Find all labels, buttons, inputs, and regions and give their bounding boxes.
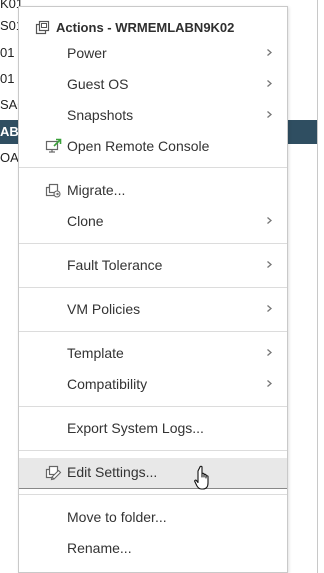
selected-row-highlight xyxy=(288,120,318,144)
menu-item-label: Migrate... xyxy=(67,182,126,198)
screen: K01 S01 01 01 SA0 ABN OA Actions - WRMEM… xyxy=(0,0,324,573)
menu-item-fault-tolerance[interactable]: Fault Tolerance xyxy=(19,251,287,280)
menu-item-rename[interactable]: Rename... xyxy=(19,534,287,563)
menu-separator xyxy=(19,450,287,451)
chevron-right-icon xyxy=(267,349,272,356)
menu-item-label: Rename... xyxy=(67,540,132,556)
menu-separator xyxy=(19,287,287,288)
menu-header: Actions - WRMEMLABN9K02 xyxy=(19,17,287,39)
chevron-right-icon xyxy=(267,49,272,56)
remote-console-icon xyxy=(45,138,62,153)
menu-item-open-remote-console[interactable]: Open Remote Console xyxy=(19,132,287,161)
edit-settings-icon xyxy=(45,465,62,481)
menu-item-export-system-logs[interactable]: Export System Logs... xyxy=(19,414,287,443)
menu-item-label: Guest OS xyxy=(67,76,129,92)
menu-item-migrate[interactable]: Migrate... xyxy=(19,176,287,205)
menu-separator xyxy=(19,406,287,407)
chevron-right-icon xyxy=(267,305,272,312)
menu-item-label: Fault Tolerance xyxy=(67,257,163,273)
menu-item-move-to-folder[interactable]: Move to folder... xyxy=(19,503,287,532)
menu-item-label: Move to folder... xyxy=(67,509,167,525)
chevron-right-icon xyxy=(267,217,272,224)
menu-item-label: Edit Settings... xyxy=(67,464,158,480)
menu-item-label: Clone xyxy=(67,213,104,229)
menu-item-label: Open Remote Console xyxy=(67,138,210,154)
chevron-right-icon xyxy=(267,261,272,268)
menu-item-template[interactable]: Template xyxy=(19,339,287,368)
menu-title: Actions - WRMEMLABN9K02 xyxy=(56,20,235,35)
menu-item-label: Template xyxy=(67,345,124,361)
menu-item-compatibility[interactable]: Compatibility xyxy=(19,370,287,399)
menu-item-power[interactable]: Power xyxy=(19,39,287,68)
menu-separator xyxy=(19,331,287,332)
migrate-icon xyxy=(45,183,61,198)
menu-separator xyxy=(19,167,287,168)
menu-separator xyxy=(19,494,287,495)
menu-item-clone[interactable]: Clone xyxy=(19,207,287,236)
vm-icon xyxy=(35,20,50,35)
chevron-right-icon xyxy=(267,380,272,387)
menu-item-guest-os[interactable]: Guest OS xyxy=(19,70,287,99)
panel-divider xyxy=(317,0,318,573)
menu-item-label: Power xyxy=(67,45,107,61)
menu-item-edit-settings[interactable]: Edit Settings... xyxy=(19,458,287,489)
menu-item-vm-policies[interactable]: VM Policies xyxy=(19,295,287,324)
menu-item-label: VM Policies xyxy=(67,301,141,317)
hand-cursor-icon xyxy=(194,465,209,490)
chevron-right-icon xyxy=(267,111,272,118)
menu-item-label: Export System Logs... xyxy=(67,420,204,436)
menu-item-label: Compatibility xyxy=(67,376,148,392)
menu-item-label: Snapshots xyxy=(67,107,134,123)
menu-separator xyxy=(19,243,287,244)
actions-context-menu: Actions - WRMEMLABN9K02 Power Guest OS S… xyxy=(18,6,288,573)
chevron-right-icon xyxy=(267,80,272,87)
menu-item-snapshots[interactable]: Snapshots xyxy=(19,101,287,130)
